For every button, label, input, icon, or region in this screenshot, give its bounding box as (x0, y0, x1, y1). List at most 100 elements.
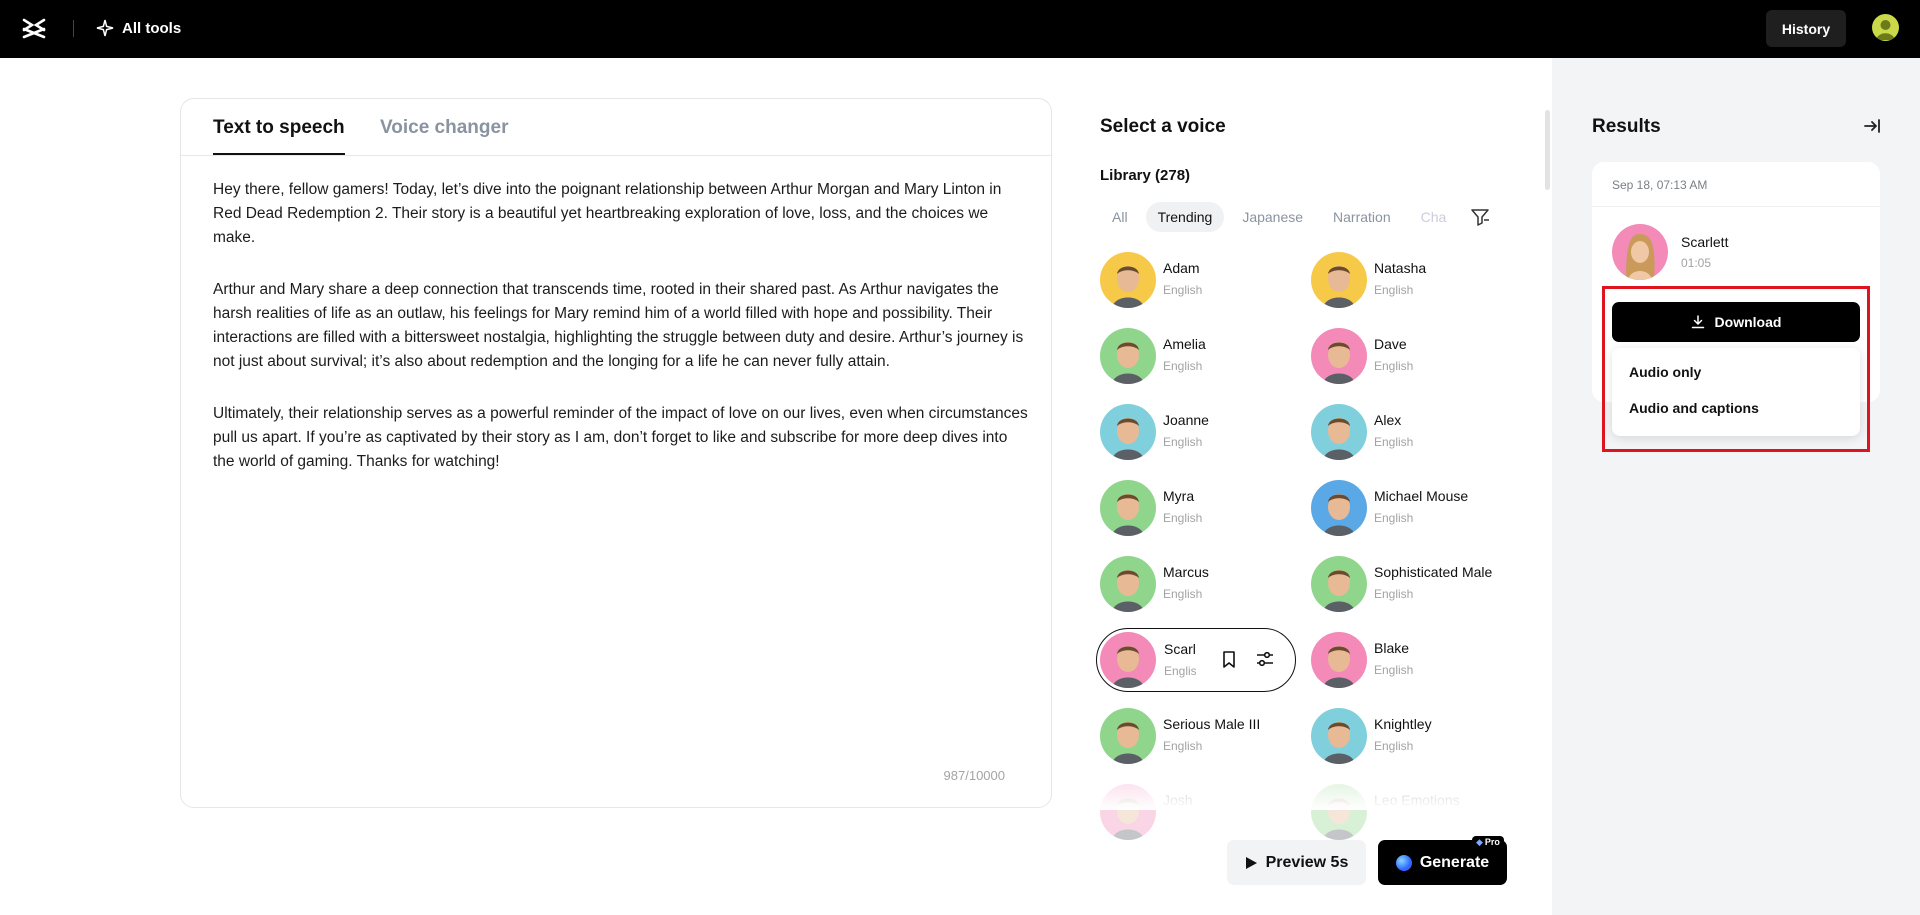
voice-language: English (1374, 663, 1414, 677)
voice-avatar (1311, 404, 1367, 460)
voice-language: English (1163, 359, 1203, 373)
history-button[interactable]: History (1766, 10, 1846, 47)
voice-name: Natasha (1374, 260, 1427, 276)
voice-avatar (1311, 556, 1367, 612)
play-icon (1245, 856, 1257, 869)
voice-name: Marcus (1163, 564, 1209, 580)
list-fade (1090, 770, 1560, 810)
voice-avatar (1311, 328, 1367, 384)
filter-trending[interactable]: Trending (1145, 202, 1225, 232)
diamond-icon: ◆ (1476, 836, 1483, 847)
paragraph: Hey there, fellow gamers! Today, let’s d… (213, 181, 1002, 246)
select-voice-title: Select a voice (1100, 116, 1226, 137)
filter-more[interactable]: Cha (1409, 202, 1459, 232)
voice-name: Knightley (1374, 716, 1432, 732)
tab-voice-changer[interactable]: Voice changer (380, 117, 508, 139)
results-panel: Results Sep 18, 07:13 AM Scarlett 01:05 … (1552, 58, 1920, 915)
voice-language: English (1374, 283, 1414, 297)
voice-item-michael-mouse[interactable]: Michael Mouse English (1311, 480, 1511, 536)
voice-name: Adam (1163, 260, 1200, 276)
voice-item-knightley[interactable]: Knightley English (1311, 708, 1511, 764)
bookmark-icon[interactable] (1218, 648, 1240, 670)
filter-narration[interactable]: Narration (1321, 202, 1403, 232)
voice-item-amelia[interactable]: Amelia English (1100, 328, 1300, 384)
mode-tabs: Text to speech Voice changer (181, 99, 1051, 156)
voice-avatar (1612, 224, 1668, 280)
voice-avatar (1100, 480, 1156, 536)
voice-language: English (1163, 739, 1203, 753)
voice-avatar (1311, 632, 1367, 688)
voice-settings-icon[interactable] (1254, 648, 1276, 670)
paragraph: Arthur and Mary share a deep connection … (213, 281, 1024, 370)
voice-name: Blake (1374, 640, 1410, 656)
voice-avatar (1100, 632, 1156, 688)
pro-label: Pro (1484, 837, 1500, 847)
voice-item-joanne[interactable]: Joanne English (1100, 404, 1300, 460)
collapse-panel-icon[interactable] (1862, 116, 1882, 136)
voice-name: Michael Mouse (1374, 488, 1469, 504)
voice-item-myra[interactable]: Myra English (1100, 480, 1300, 536)
voice-language: English (1374, 587, 1414, 601)
divider (1592, 206, 1880, 207)
voice-item-sophisticated-male[interactable]: Sophisticated Male English (1311, 556, 1511, 612)
voice-language: English (1374, 359, 1414, 373)
result-voice-name: Scarlett (1681, 234, 1729, 250)
voice-avatar (1100, 252, 1156, 308)
voice-avatar (1311, 708, 1367, 764)
voice-avatar (1100, 556, 1156, 612)
voice-avatar (1100, 404, 1156, 460)
voice-item-marcus[interactable]: Marcus English (1100, 556, 1300, 612)
voice-item-natasha[interactable]: Natasha English (1311, 252, 1511, 308)
voice-name: Amelia (1163, 336, 1206, 352)
voice-language: English (1164, 664, 1196, 678)
voice-language: English (1163, 511, 1203, 525)
preview-button[interactable]: Preview 5s (1227, 840, 1366, 885)
tab-text-to-speech[interactable]: Text to speech (213, 117, 345, 155)
all-tools-button[interactable]: All tools (96, 17, 181, 39)
voice-avatar (1100, 708, 1156, 764)
character-counter: 987/10000 (943, 768, 1005, 783)
generate-orb-icon (1395, 854, 1412, 871)
highlight-box (1602, 286, 1870, 452)
voice-name: Sophisticated Male (1374, 564, 1493, 580)
result-timestamp: Sep 18, 07:13 AM (1612, 178, 1708, 192)
voice-name: Serious Male III (1163, 716, 1261, 732)
voice-name: Dave (1374, 336, 1407, 352)
voice-language: English (1374, 739, 1414, 753)
all-tools-label: All tools (122, 19, 182, 37)
voice-item-alex[interactable]: Alex English (1311, 404, 1511, 460)
filter-icon[interactable] (1470, 207, 1490, 227)
voice-filter-chips: All Trending Japanese Narration Cha (1100, 202, 1510, 232)
sparkle-icon (96, 19, 114, 37)
script-textarea[interactable]: Hey there, fellow gamers! Today, let’s d… (213, 178, 1028, 502)
voice-item-blake[interactable]: Blake English (1311, 632, 1511, 688)
filter-all[interactable]: All (1100, 202, 1140, 232)
capcut-logo[interactable] (22, 17, 46, 39)
voice-language: English (1163, 587, 1203, 601)
text-editor-panel: Text to speech Voice changer Hey there, … (180, 98, 1052, 808)
voice-language: English (1374, 511, 1414, 525)
divider (73, 20, 74, 37)
user-avatar[interactable] (1872, 14, 1899, 41)
filter-japanese[interactable]: Japanese (1230, 202, 1315, 232)
preview-label: Preview 5s (1265, 853, 1349, 871)
voice-language: English (1374, 435, 1414, 449)
voice-name: Alex (1374, 412, 1402, 428)
results-title: Results (1592, 116, 1661, 137)
paragraph: Ultimately, their relationship serves as… (213, 405, 1028, 470)
voice-name: Joanne (1163, 412, 1209, 428)
voice-avatar (1311, 252, 1367, 308)
voice-name: Myra (1163, 488, 1195, 504)
top-bar: All tools History (0, 0, 1920, 58)
voice-language: English (1163, 283, 1203, 297)
generate-label: Generate (1419, 853, 1490, 871)
voice-language: English (1163, 435, 1203, 449)
voice-item-scarlett[interactable]: Scarlett English (1096, 628, 1296, 692)
scrollbar[interactable] (1545, 110, 1550, 190)
voice-item-dave[interactable]: Dave English (1311, 328, 1511, 384)
library-count: Library (278) (1100, 167, 1191, 184)
voice-item-serious-male-iii[interactable]: Serious Male III English (1100, 708, 1300, 764)
voice-avatar (1311, 480, 1367, 536)
voice-item-adam[interactable]: Adam English (1100, 252, 1300, 308)
pro-badge: ◆ Pro (1472, 836, 1504, 848)
